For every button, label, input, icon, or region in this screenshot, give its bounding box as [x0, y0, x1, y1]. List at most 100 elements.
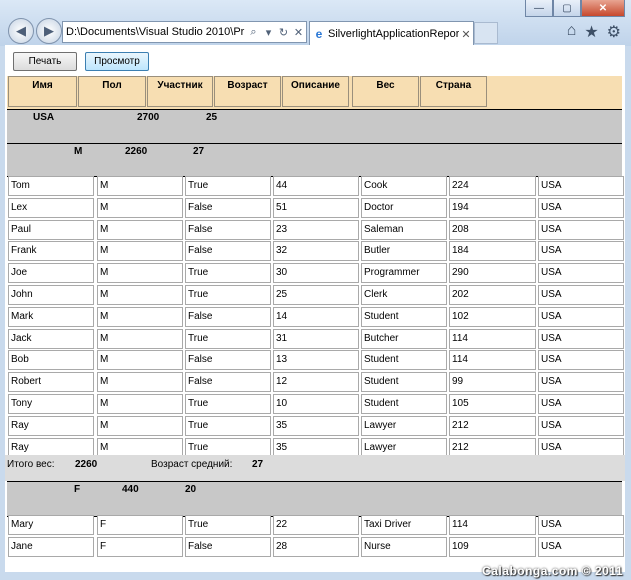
- header-sex: Пол: [78, 76, 146, 107]
- group-country-weight: 2700: [137, 112, 160, 123]
- cell-sex: M: [97, 328, 183, 349]
- cell-name: Joe: [8, 263, 94, 284]
- total-weight-value: 2260: [75, 459, 98, 470]
- forward-icon[interactable]: ▶: [36, 18, 62, 44]
- cell-description: Nurse: [361, 536, 447, 557]
- cell-age: 13: [273, 350, 359, 371]
- preview-button[interactable]: Просмотр: [85, 52, 149, 71]
- group-country-name: USA: [33, 112, 55, 123]
- table-row: Joe M True 30 Programmer 290 USA: [8, 263, 624, 284]
- maximize-icon[interactable]: ▢: [553, 0, 581, 17]
- cell-sex: M: [97, 415, 183, 436]
- header-weight: Вес: [352, 76, 419, 107]
- cell-weight: 212: [449, 415, 536, 436]
- table-row: Robert M False 12 Student 99 USA: [8, 372, 624, 393]
- table-row: Bob M False 13 Student 114 USA: [8, 350, 624, 371]
- cell-age: 51: [273, 197, 359, 218]
- table-row: Ray M True 35 Lawyer 212 USA: [8, 415, 624, 436]
- new-tab-button[interactable]: [474, 22, 498, 44]
- group-summary: Итого вес: 2260 Возраст средний: 27: [5, 455, 625, 481]
- cell-age: 14: [273, 306, 359, 327]
- cell-country: USA: [538, 350, 624, 371]
- cell-name: Jack: [8, 328, 94, 349]
- refresh-icon[interactable]: ↻: [276, 26, 291, 39]
- cell-age: 32: [273, 241, 359, 262]
- group-f-weight: 440: [122, 484, 139, 495]
- cell-age: 22: [273, 515, 359, 535]
- tab-close-icon[interactable]: ✕: [459, 28, 473, 41]
- cell-name: Mary: [8, 515, 94, 535]
- table-row: Lex M False 51 Doctor 194 USA: [8, 197, 624, 218]
- group-m-weight: 2260: [125, 146, 148, 157]
- minimize-icon[interactable]: —: [525, 0, 553, 17]
- cell-sex: M: [97, 306, 183, 327]
- cell-description: Doctor: [361, 197, 447, 218]
- cell-age: 44: [273, 176, 359, 196]
- group-country-count: 25: [206, 112, 218, 123]
- cell-age: 35: [273, 415, 359, 436]
- cell-name: John: [8, 285, 94, 305]
- close-icon[interactable]: ✕: [581, 0, 625, 17]
- cell-weight: 102: [449, 306, 536, 327]
- watermark: Calabonga.com © 2011: [482, 564, 623, 578]
- cell-weight: 202: [449, 285, 536, 305]
- cell-sex: M: [97, 219, 183, 240]
- cell-description: Lawyer: [361, 415, 447, 436]
- cell-participant: False: [185, 241, 271, 262]
- cell-age: 31: [273, 328, 359, 349]
- cell-country: USA: [538, 263, 624, 284]
- cell-weight: 114: [449, 515, 536, 535]
- address-text[interactable]: D:\Documents\Visual Studio 2010\Pr: [63, 26, 246, 38]
- cell-country: USA: [538, 176, 624, 196]
- search-icon[interactable]: ⌕: [246, 26, 261, 39]
- cell-weight: 194: [449, 197, 536, 218]
- cell-name: Bob: [8, 350, 94, 371]
- header-description: Описание: [282, 76, 349, 107]
- browser-tools: ⌂ ★ ⚙: [567, 22, 621, 42]
- cell-weight: 184: [449, 241, 536, 262]
- header-name: Имя: [8, 76, 77, 107]
- cell-weight: 114: [449, 328, 536, 349]
- table-row: Jack M True 31 Butcher 114 USA: [8, 328, 624, 349]
- cell-participant: True: [185, 515, 271, 535]
- stop-icon[interactable]: ✕: [291, 26, 306, 39]
- header-country: Страна: [420, 76, 487, 107]
- cell-sex: M: [97, 350, 183, 371]
- cell-name: Tom: [8, 176, 94, 196]
- cell-sex: F: [97, 515, 183, 535]
- cell-description: Student: [361, 394, 447, 414]
- header-age: Возраст: [214, 76, 281, 107]
- cell-sex: M: [97, 372, 183, 393]
- table-row: Tony M True 10 Student 105 USA: [8, 394, 624, 414]
- total-weight-label: Итого вес:: [7, 459, 55, 470]
- gear-icon[interactable]: ⚙: [607, 22, 621, 42]
- cell-sex: M: [97, 263, 183, 284]
- print-button[interactable]: Печать: [13, 52, 77, 71]
- page-content: Печать Просмотр Имя Пол Участник Возраст…: [5, 45, 625, 572]
- cell-participant: True: [185, 328, 271, 349]
- group-header-country: USA 2700 25: [7, 109, 622, 145]
- address-bar[interactable]: D:\Documents\Visual Studio 2010\Pr ⌕ ▾ ↻…: [62, 21, 307, 43]
- cell-country: USA: [538, 219, 624, 240]
- cell-participant: True: [185, 176, 271, 196]
- cell-country: USA: [538, 515, 624, 535]
- table-row: Tom M True 44 Cook 224 USA: [8, 176, 624, 196]
- cell-name: Robert: [8, 372, 94, 393]
- cell-sex: F: [97, 536, 183, 557]
- dropdown-icon[interactable]: ▾: [261, 26, 276, 39]
- favorites-star-icon[interactable]: ★: [584, 22, 598, 42]
- cell-participant: False: [185, 306, 271, 327]
- cell-description: Programmer: [361, 263, 447, 284]
- cell-description: Student: [361, 372, 447, 393]
- cell-country: USA: [538, 415, 624, 436]
- cell-name: Jane: [8, 536, 94, 557]
- back-icon[interactable]: ◀: [8, 18, 34, 44]
- cell-country: USA: [538, 285, 624, 305]
- cell-country: USA: [538, 306, 624, 327]
- cell-name: Paul: [8, 219, 94, 240]
- home-icon[interactable]: ⌂: [567, 22, 577, 42]
- cell-description: Cook: [361, 176, 447, 196]
- cell-sex: M: [97, 241, 183, 262]
- tab-active[interactable]: e SilverlightApplicationRepor... ✕: [309, 21, 474, 46]
- group-header-male: M 2260 27: [7, 143, 622, 177]
